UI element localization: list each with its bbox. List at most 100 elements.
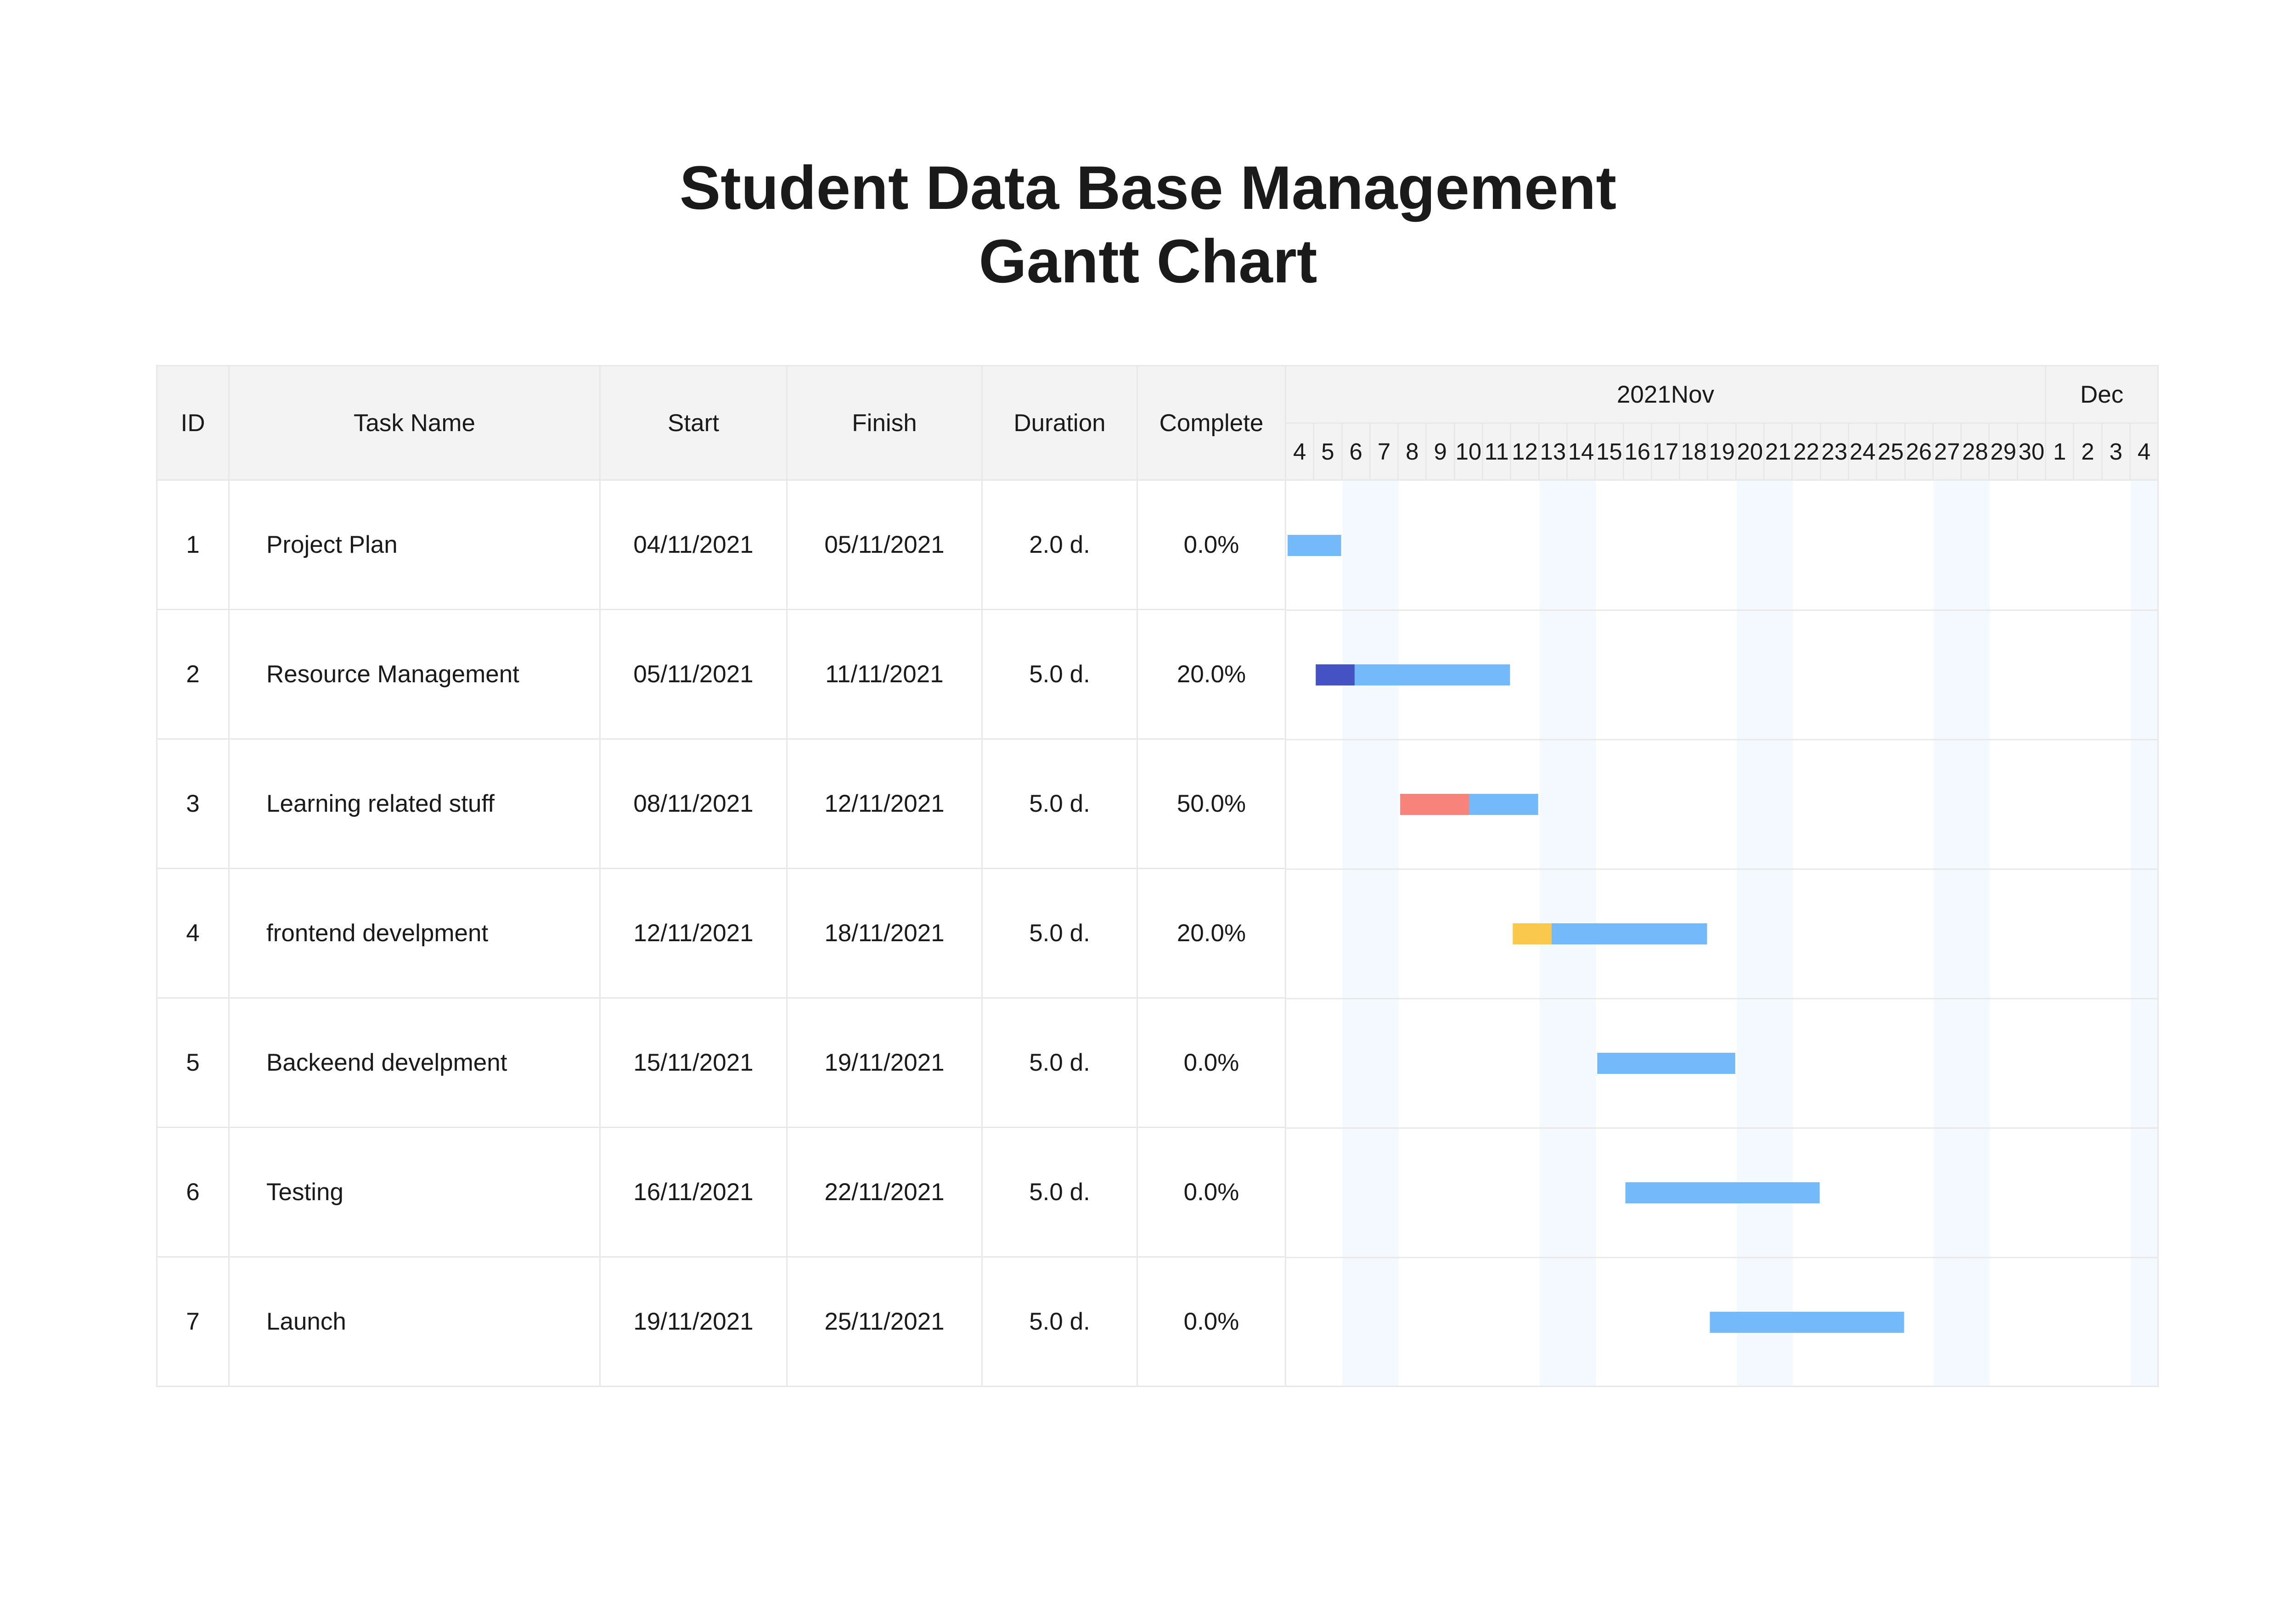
weekend-shade: [1962, 481, 1990, 1385]
column-header-duration: Duration: [981, 365, 1138, 481]
day-header: 10: [1453, 422, 1484, 481]
task-progress-bar: [1400, 794, 1469, 815]
chart-title-line-1: Student Data Base Management: [679, 154, 1617, 222]
day-header: 2: [2073, 422, 2103, 481]
task-id-cell: 6: [156, 1127, 230, 1258]
task-duration-cell: 5.0 d.: [981, 868, 1138, 999]
task-id-cell: 4: [156, 868, 230, 999]
task-start-cell: 12/11/2021: [599, 868, 788, 999]
task-start-cell: 05/11/2021: [599, 609, 788, 740]
weekend-shade: [1342, 481, 1371, 1385]
task-duration-cell: 5.0 d.: [981, 1127, 1138, 1258]
task-id-cell: 7: [156, 1256, 230, 1387]
table-row: 1 Project Plan 04/11/2021 05/11/2021 2.0 d. 0…: [156, 479, 2159, 1387]
task-bar[interactable]: [1710, 1312, 1904, 1333]
day-header: 18: [1679, 422, 1709, 481]
day-header: 25: [1876, 422, 1906, 481]
task-id-cell: 5: [156, 997, 230, 1128]
task-finish-cell: 11/11/2021: [786, 609, 983, 740]
task-bar[interactable]: [1597, 1053, 1735, 1074]
task-id-cell: 1: [156, 479, 230, 610]
gantt-table: ID Task Name Start Finish Duration Compl…: [156, 365, 2159, 1387]
task-start-cell: 16/11/2021: [599, 1127, 788, 1258]
task-complete-cell: 0.0%: [1137, 479, 1286, 610]
day-header: 8: [1397, 422, 1427, 481]
column-header-start: Start: [599, 365, 788, 481]
task-complete-cell: 50.0%: [1137, 738, 1286, 869]
task-name-cell: Learning related stuff: [228, 738, 601, 869]
day-header: 21: [1763, 422, 1793, 481]
task-finish-cell: 22/11/2021: [786, 1127, 983, 1258]
day-header: 17: [1650, 422, 1681, 481]
weekend-shade: [2131, 481, 2157, 1385]
task-complete-cell: 0.0%: [1137, 997, 1286, 1128]
header-month-row: ID Task Name Start Finish Duration Compl…: [156, 365, 2159, 481]
task-duration-cell: 5.0 d.: [981, 738, 1138, 869]
day-header: 5: [1313, 422, 1343, 481]
task-progress-bar: [1316, 664, 1355, 685]
task-finish-cell: 05/11/2021: [786, 479, 983, 610]
task-start-cell: 04/11/2021: [599, 479, 788, 610]
weekend-shade: [1736, 481, 1765, 1385]
task-progress-bar: [1513, 923, 1552, 944]
day-header: 11: [1482, 422, 1512, 481]
day-header: 12: [1510, 422, 1540, 481]
task-id-cell: 3: [156, 738, 230, 869]
day-header: 27: [1932, 422, 1962, 481]
weekend-shade: [1370, 481, 1399, 1385]
day-header: 15: [1594, 422, 1624, 481]
gantt-timeline: [1287, 481, 2157, 1385]
day-header: 1: [2045, 422, 2075, 481]
task-complete-cell: 0.0%: [1137, 1127, 1286, 1258]
task-duration-cell: 5.0 d.: [981, 609, 1138, 740]
task-complete-cell: 0.0%: [1137, 1256, 1286, 1387]
day-header: 9: [1425, 422, 1455, 481]
day-header: 26: [1904, 422, 1934, 481]
weekend-shade: [1933, 481, 1962, 1385]
task-complete-cell: 20.0%: [1137, 868, 1286, 999]
task-name-cell: Project Plan: [228, 479, 601, 610]
day-header: 13: [1538, 422, 1568, 481]
task-start-cell: 19/11/2021: [599, 1256, 788, 1387]
day-header: 7: [1369, 422, 1399, 481]
task-finish-cell: 19/11/2021: [786, 997, 983, 1128]
month-header: 2021Nov: [1284, 365, 2047, 424]
day-header: 6: [1341, 422, 1371, 481]
task-name-cell: frontend develpment: [228, 868, 601, 999]
timeline-area: [1284, 479, 2159, 1387]
task-finish-cell: 25/11/2021: [786, 1256, 983, 1387]
chart-title: Student Data Base Management Gantt Chart: [0, 152, 2296, 298]
task-complete-cell: 20.0%: [1137, 609, 1286, 740]
day-header: 28: [1960, 422, 1990, 481]
column-header-complete: Complete: [1137, 365, 1286, 481]
day-header: 22: [1791, 422, 1821, 481]
task-body: 1 Project Plan 04/11/2021 05/11/2021 2.0 d. 0…: [156, 479, 2159, 1387]
task-bar[interactable]: [1288, 535, 1341, 556]
day-header: 14: [1566, 422, 1596, 481]
weekend-shade: [1765, 481, 1793, 1385]
task-finish-cell: 12/11/2021: [786, 738, 983, 869]
day-header: 16: [1622, 422, 1652, 481]
day-header: 24: [1847, 422, 1878, 481]
month-header: Dec: [2045, 365, 2159, 424]
day-header: 3: [2101, 422, 2131, 481]
task-duration-cell: 5.0 d.: [981, 1256, 1138, 1387]
chart-title-line-2: Gantt Chart: [979, 227, 1317, 296]
day-header: 4: [2129, 422, 2159, 481]
task-duration-cell: 2.0 d.: [981, 479, 1138, 610]
task-duration-cell: 5.0 d.: [981, 997, 1138, 1128]
day-header: 30: [2016, 422, 2047, 481]
task-start-cell: 08/11/2021: [599, 738, 788, 869]
task-start-cell: 15/11/2021: [599, 997, 788, 1128]
day-header: 29: [1988, 422, 2018, 481]
task-name-cell: Testing: [228, 1127, 601, 1258]
task-name-cell: Launch: [228, 1256, 601, 1387]
task-bar[interactable]: [1625, 1182, 1820, 1203]
task-name-cell: Backeend develpment: [228, 997, 601, 1128]
day-header: 23: [1819, 422, 1849, 481]
day-header: 20: [1735, 422, 1765, 481]
task-id-cell: 2: [156, 609, 230, 740]
column-header-finish: Finish: [786, 365, 983, 481]
day-header: 19: [1707, 422, 1737, 481]
day-header: 4: [1284, 422, 1315, 481]
